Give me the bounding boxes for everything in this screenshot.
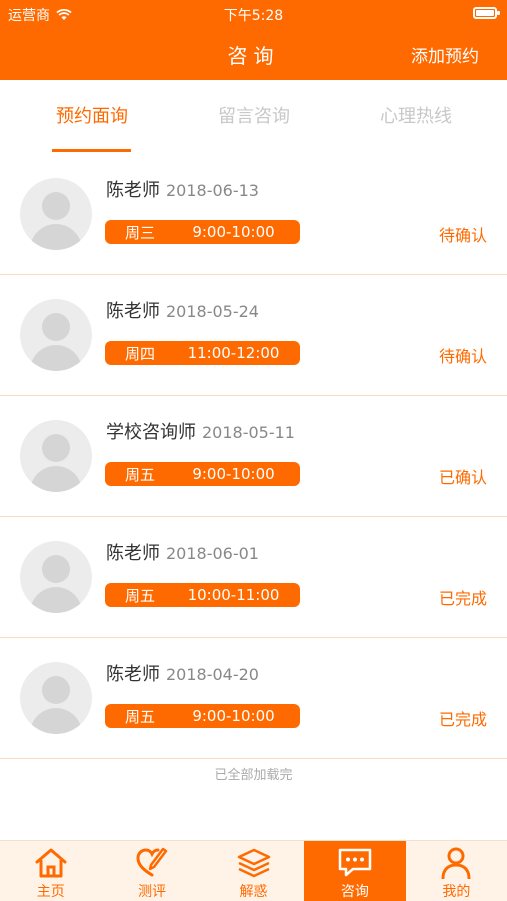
bottom-tab-answers[interactable]: 解惑 (203, 841, 304, 901)
add-appointment-button[interactable]: 添加预约 (411, 42, 479, 67)
bottom-tab-label: 主页 (36, 884, 65, 900)
bottom-tab-profile[interactable]: 我的 (406, 841, 507, 901)
weekday-label: 周五 (124, 586, 155, 605)
appointment-row[interactable]: 陈老师 2018-04-20 周五 9:00-10:00 已完成 (0, 638, 507, 759)
bottom-tab-label: 我的 (442, 884, 471, 900)
tab-message[interactable]: 留言咨询 (214, 102, 294, 128)
time-slot-badge: 周三 9:00-10:00 (105, 220, 300, 244)
chat-icon (338, 848, 372, 877)
time-range-label: 9:00-10:00 (192, 707, 275, 725)
status-badge: 已完成 (438, 710, 487, 729)
status-badge: 待确认 (438, 347, 487, 366)
appointment-date: 2018-04-20 (166, 665, 259, 684)
bottom-tab-label: 测评 (138, 884, 167, 900)
list-end-note: 已全部加载完 (214, 768, 293, 783)
avatar (20, 178, 92, 250)
battery-icon (473, 7, 500, 19)
weekday-label: 周三 (124, 223, 155, 242)
status-bar: 运营商 下午5:28 (0, 0, 507, 28)
status-badge: 已确认 (438, 468, 487, 487)
counselor-name: 陈老师 (106, 180, 160, 201)
layers-icon (237, 848, 270, 878)
avatar (20, 420, 92, 492)
appointment-date: 2018-05-11 (202, 423, 295, 442)
nav-bar: 咨询 添加预约 (0, 28, 507, 80)
consult-tabs: 预约面询 留言咨询 心理热线 (0, 80, 507, 155)
bottom-tab-bar: 主页 测评 解惑 咨询 我的 (0, 840, 507, 901)
time-slot-badge: 周四 11:00-12:00 (105, 341, 300, 365)
counselor-name: 陈老师 (106, 301, 160, 322)
bottom-tab-home[interactable]: 主页 (0, 841, 101, 901)
avatar (20, 299, 92, 371)
appointment-list: 陈老师 2018-06-13 周三 9:00-10:00 待确认 陈老师 2018-0… (0, 154, 507, 759)
appointment-row[interactable]: 学校咨询师 2018-05-11 周五 9:00-10:00 已确认 (0, 396, 507, 517)
weekday-label: 周四 (124, 344, 155, 363)
time-range-label: 9:00-10:00 (192, 223, 275, 241)
appointment-date: 2018-06-01 (166, 544, 259, 563)
appointment-date: 2018-05-24 (166, 302, 259, 321)
appointment-row[interactable]: 陈老师 2018-06-01 周五 10:00-11:00 已完成 (0, 517, 507, 638)
weekday-label: 周五 (124, 465, 155, 484)
avatar (20, 541, 92, 613)
tab-appointment[interactable]: 预约面询 (52, 102, 132, 128)
appointment-row[interactable]: 陈老师 2018-05-24 周四 11:00-12:00 待确认 (0, 275, 507, 396)
avatar (20, 662, 92, 734)
appointment-row[interactable]: 陈老师 2018-06-13 周三 9:00-10:00 待确认 (0, 154, 507, 275)
bottom-tab-label: 咨询 (340, 884, 369, 900)
weekday-label: 周五 (124, 707, 155, 726)
bottom-tab-label: 解惑 (239, 884, 268, 900)
counselor-name: 学校咨询师 (106, 422, 196, 443)
home-icon (35, 848, 67, 878)
time-slot-badge: 周五 9:00-10:00 (105, 704, 300, 728)
status-time: 下午5:28 (223, 8, 284, 24)
time-range-label: 9:00-10:00 (192, 465, 275, 483)
user-icon (441, 847, 471, 879)
status-badge: 待确认 (438, 226, 487, 245)
pen-icon (136, 847, 168, 877)
status-badge: 已完成 (438, 589, 487, 608)
time-range-label: 10:00-11:00 (187, 586, 280, 604)
bottom-tab-consult[interactable]: 咨询 (304, 841, 406, 901)
tab-hotline[interactable]: 心理热线 (376, 102, 456, 128)
counselor-name: 陈老师 (106, 543, 160, 564)
bottom-tab-assessment[interactable]: 测评 (101, 841, 202, 901)
time-slot-badge: 周五 10:00-11:00 (105, 583, 300, 607)
counselor-name: 陈老师 (106, 664, 160, 685)
active-tab-indicator (52, 149, 131, 152)
time-range-label: 11:00-12:00 (187, 344, 280, 362)
time-slot-badge: 周五 9:00-10:00 (105, 462, 300, 486)
appointment-date: 2018-06-13 (166, 181, 259, 200)
